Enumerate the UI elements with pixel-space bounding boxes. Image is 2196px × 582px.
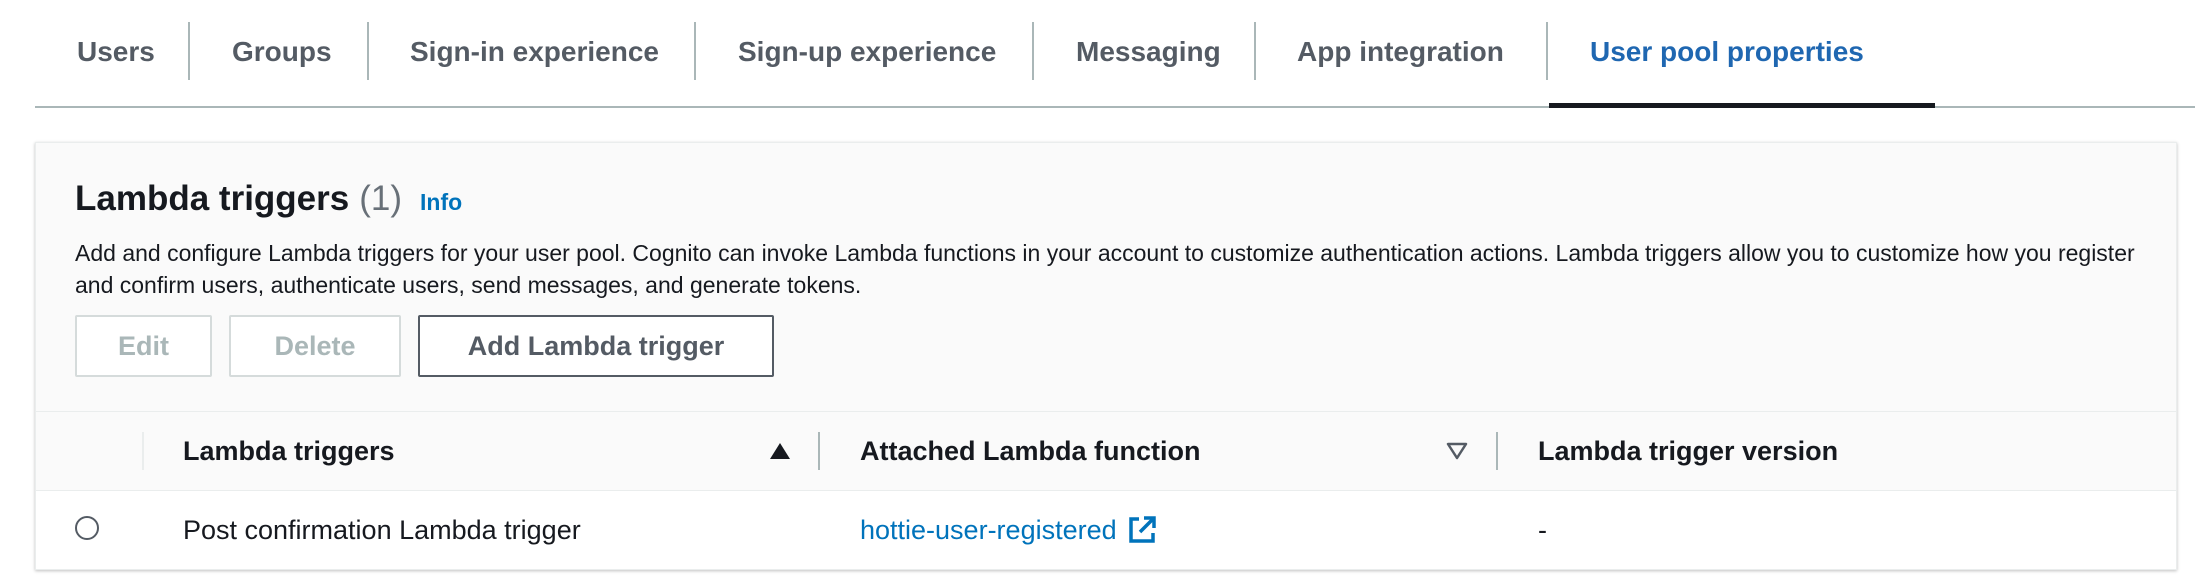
tab-separator [1032,22,1034,80]
sort-descending-icon[interactable] [1446,412,1468,490]
cell-lambda-trigger: Post confirmation Lambda trigger [183,514,581,545]
lambda-triggers-panel: Lambda triggers (1) Info Add and configu… [35,142,2177,570]
table-row[interactable]: Post confirmation Lambda trigger hottie-… [36,491,2176,569]
column-separator[interactable] [1496,432,1498,470]
tab-separator [1546,22,1548,80]
tab-separator [1254,22,1256,80]
tab-separator [694,22,696,80]
section-description: Add and configure Lambda triggers for yo… [75,240,2135,298]
tab-separator [367,22,369,80]
tab-groups[interactable]: Groups [232,22,332,82]
tab-messaging[interactable]: Messaging [1076,22,1221,82]
section-count: (1) [359,179,403,218]
tab-sign-in-experience[interactable]: Sign-in experience [410,22,659,82]
info-link[interactable]: Info [420,189,462,216]
tab-bar: Users Groups Sign-in experience Sign-up … [35,0,2195,108]
column-separator [142,432,144,470]
cell-trigger-version: - [1538,514,1547,545]
column-header-lambda-triggers[interactable]: Lambda triggers [183,412,395,490]
section-header: Lambda triggers (1) Info [75,179,462,219]
add-lambda-trigger-button[interactable]: Add Lambda trigger [418,315,774,377]
external-link-icon[interactable] [1127,515,1157,545]
lambda-function-link[interactable]: hottie-user-registered [860,515,1117,546]
tab-app-integration[interactable]: App integration [1297,22,1504,82]
tab-user-pool-properties[interactable]: User pool properties [1590,22,1864,82]
column-header-lambda-trigger-version[interactable]: Lambda trigger version [1538,412,1838,490]
delete-button[interactable]: Delete [229,315,401,377]
sort-ascending-icon[interactable] [769,412,791,490]
tab-sign-up-experience[interactable]: Sign-up experience [738,22,996,82]
tab-users[interactable]: Users [77,22,155,82]
table-header: Lambda triggers Attached Lambda function… [36,411,2176,491]
column-separator[interactable] [818,432,820,470]
column-header-attached-lambda-function[interactable]: Attached Lambda function [860,412,1201,490]
row-select-radio[interactable] [75,516,99,540]
cell-attached-function: hottie-user-registered [860,491,1157,569]
active-tab-indicator [1549,103,1935,108]
edit-button[interactable]: Edit [75,315,212,377]
tab-separator [188,22,190,80]
section-title: Lambda triggers [75,179,350,218]
